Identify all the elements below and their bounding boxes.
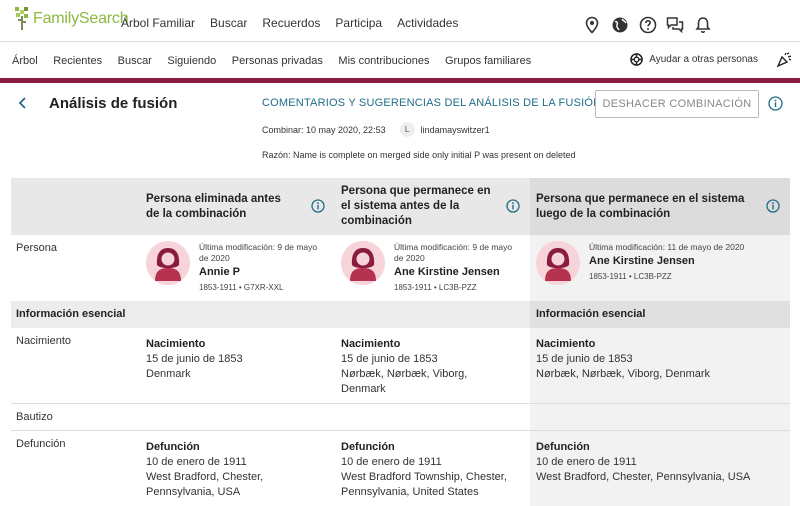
row-label-baptism: Bautizo: [16, 411, 53, 423]
top-bar: FamilySearch Árbol Familiar Buscar Recue…: [0, 0, 800, 42]
tree-sub-nav: Árbol Recientes Buscar Siguiendo Persona…: [0, 42, 800, 78]
death-deleted: Defunción 10 de enero de 1911 West Bradf…: [146, 441, 264, 498]
subnav-recientes[interactable]: Recientes: [53, 55, 102, 67]
female-avatar-icon: [536, 241, 580, 285]
merge-info: Combinar: 10 may 2020, 22:53 L lindamays…: [262, 122, 490, 137]
user-avatar: L: [399, 122, 415, 137]
nav-buscar[interactable]: Buscar: [210, 16, 247, 30]
last-modified: Última modificación: 9 de mayo de 2020: [199, 242, 318, 263]
map-pin-icon[interactable]: [583, 16, 601, 34]
row-divider: [11, 430, 790, 431]
person-lifespan-id: 1853-1911 • G7XR-XXL: [199, 283, 284, 292]
familysearch-logo[interactable]: FamilySearch: [14, 6, 129, 32]
column-header-deleted: Persona eliminada antes de la combinació…: [146, 193, 281, 220]
nav-participa[interactable]: Participa: [335, 16, 382, 30]
tree-logo-icon: [15, 7, 28, 30]
main-nav: Árbol Familiar Buscar Recuerdos Particip…: [121, 16, 473, 30]
info-icon[interactable]: [311, 199, 325, 213]
section-label-essential: Información esencial: [16, 308, 126, 320]
chat-icon[interactable]: [666, 16, 684, 34]
accent-divider: [0, 78, 800, 83]
brand-name: FamilySearch: [33, 10, 129, 27]
row-divider: [11, 403, 790, 404]
undo-merge-button[interactable]: DESHACER COMBINACIÓN: [595, 90, 759, 118]
party-popper-icon[interactable]: [776, 52, 792, 68]
nav-arbol-familiar[interactable]: Árbol Familiar: [121, 16, 195, 30]
column-header-surviving-before: Persona que permanece en el sistema ante…: [341, 185, 491, 227]
column-header-surviving-after: Persona que permanece en el sistema lueg…: [536, 193, 745, 220]
subnav-personas-privadas[interactable]: Personas privadas: [232, 55, 323, 67]
info-icon[interactable]: [768, 96, 783, 111]
nav-recuerdos[interactable]: Recuerdos: [262, 16, 320, 30]
merge-date: Combinar: 10 may 2020, 22:53: [262, 124, 386, 135]
merge-reason: Razón: Name is complete on merged side o…: [262, 150, 576, 160]
merge-user[interactable]: lindamayswitzer1: [421, 125, 490, 135]
death-surviving-before: Defunción 10 de enero de 1911 West Bradf…: [341, 441, 507, 498]
subnav-arbol[interactable]: Árbol: [12, 55, 38, 67]
birth-surviving-before: Nacimiento 15 de junio de 1853 Nørbæk, N…: [341, 338, 468, 395]
info-icon[interactable]: [506, 199, 520, 213]
nav-actividades[interactable]: Actividades: [397, 16, 458, 30]
lifebuoy-icon: [630, 53, 644, 66]
subnav-mis-contribuciones[interactable]: Mis contribuciones: [338, 55, 429, 67]
help-others-label: Ayudar a otras personas: [649, 54, 758, 65]
section-label-essential-result: Información esencial: [536, 308, 646, 320]
female-avatar-icon: [146, 241, 190, 285]
female-avatar-icon: [341, 241, 385, 285]
person-name[interactable]: Annie P: [199, 266, 240, 278]
subnav-siguiendo[interactable]: Siguiendo: [167, 55, 216, 67]
back-chevron-icon[interactable]: [16, 95, 30, 111]
help-icon[interactable]: [639, 16, 657, 34]
bell-icon[interactable]: [694, 16, 712, 34]
birth-deleted: Nacimiento 15 de junio de 1853 Denmark: [146, 338, 243, 380]
sub-nav-list: Árbol Recientes Buscar Siguiendo Persona…: [12, 55, 547, 67]
birth-surviving-after: Nacimiento 15 de junio de 1853 Nørbæk, N…: [536, 338, 711, 380]
row-label-birth: Nacimiento: [16, 335, 72, 347]
death-surviving-after: Defunción 10 de enero de 1911 West Bradf…: [536, 441, 751, 483]
last-modified: Última modificación: 9 de mayo de 2020: [394, 242, 513, 263]
subnav-grupos-familiares[interactable]: Grupos familiares: [445, 55, 531, 67]
person-lifespan-id: 1853-1911 • LC3B-PZZ: [589, 272, 672, 281]
person-lifespan-id: 1853-1911 • LC3B-PZZ: [394, 283, 477, 292]
person-name[interactable]: Ane Kirstine Jensen: [589, 255, 695, 267]
row-label-death: Defunción: [16, 438, 66, 450]
person-name[interactable]: Ane Kirstine Jensen: [394, 266, 500, 278]
last-modified: Última modificación: 11 de mayo de 2020: [589, 242, 745, 252]
feedback-link[interactable]: COMENTARIOS Y SUGERENCIAS DEL ANÁLISIS D…: [262, 97, 601, 109]
info-icon[interactable]: [766, 199, 780, 213]
row-label-person: Persona: [16, 242, 57, 254]
page-title: Análisis de fusión: [49, 95, 178, 112]
help-others-link[interactable]: Ayudar a otras personas: [630, 53, 758, 66]
globe-icon[interactable]: [611, 16, 629, 34]
subnav-buscar[interactable]: Buscar: [118, 55, 152, 67]
